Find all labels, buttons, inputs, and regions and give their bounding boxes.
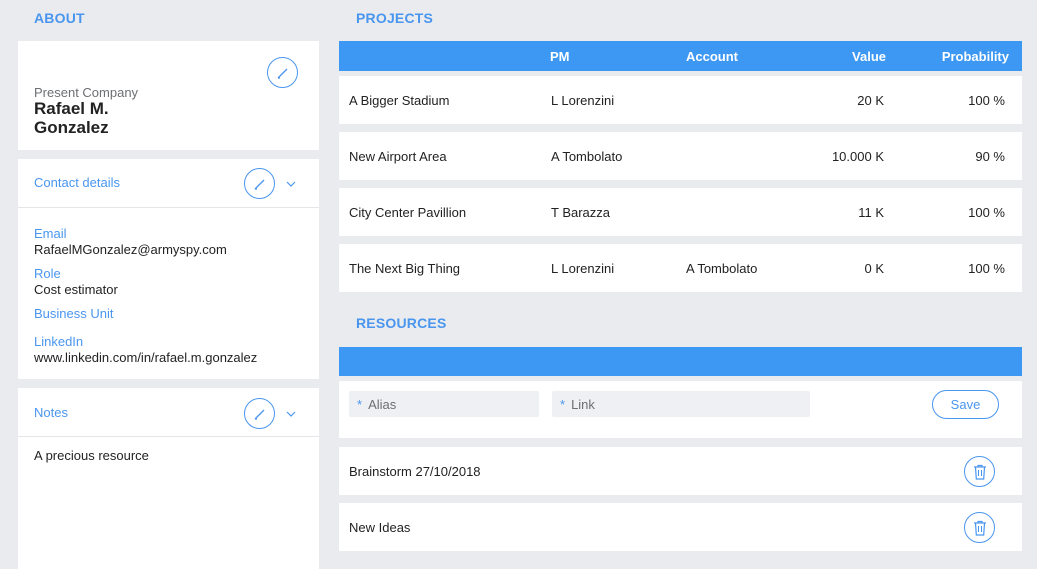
linkedin-label: LinkedIn — [34, 334, 84, 349]
project-probability: 100 % — [968, 205, 1005, 220]
table-row[interactable]: New Airport Area A Tombolato 10.000 K 90… — [339, 132, 1022, 180]
project-pm: L Lorenzini — [551, 93, 615, 108]
divider — [18, 436, 319, 437]
notes-expand-chevron[interactable] — [285, 408, 297, 420]
column-header-value[interactable]: Value — [852, 49, 886, 64]
project-name: City Center Pavillion — [349, 205, 467, 220]
resource-name: New Ideas — [349, 520, 411, 535]
project-pm: L Lorenzini — [551, 261, 615, 276]
project-probability: 100 % — [968, 93, 1005, 108]
list-item[interactable]: New Ideas — [339, 503, 1022, 551]
save-button[interactable]: Save — [932, 390, 999, 419]
resources-title: RESOURCES — [356, 315, 447, 331]
pencil-icon — [254, 179, 264, 190]
list-item[interactable]: Brainstorm 27/10/2018 — [339, 447, 1022, 495]
column-header-pm[interactable]: PM — [550, 49, 570, 64]
project-value: 10.000 K — [831, 149, 884, 164]
notes-card: Notes A precious resource — [18, 388, 319, 569]
delete-resource-button[interactable] — [964, 456, 995, 487]
linkedin-value[interactable]: www.linkedin.com/in/rafael.m.gonzalez — [34, 350, 257, 365]
email-label: Email — [34, 226, 67, 241]
email-value: RafaelMGonzalez@armyspy.com — [34, 242, 227, 257]
project-value: 0 K — [864, 261, 884, 276]
required-mark: * — [560, 397, 566, 412]
company-label: Present Company — [34, 85, 139, 100]
profile-card: Present Company Rafael M. Gonzalez — [18, 41, 319, 150]
projects-table-header: PM Account Value Probability — [339, 41, 1022, 71]
project-probability: 90 % — [975, 149, 1005, 164]
table-row[interactable]: The Next Big Thing L Lorenzini A Tombola… — [339, 244, 1022, 292]
link-input[interactable]: * Link — [552, 391, 810, 417]
project-name: The Next Big Thing — [349, 261, 461, 276]
column-header-probability[interactable]: Probability — [942, 49, 1009, 64]
project-probability: 100 % — [968, 261, 1005, 276]
contact-expand-chevron[interactable] — [285, 178, 297, 190]
divider — [18, 207, 319, 208]
link-placeholder: Link — [571, 397, 595, 412]
project-account: A Tombolato — [686, 261, 758, 276]
about-title: ABOUT — [34, 10, 85, 26]
name-line-1: Rafael M. — [34, 99, 109, 118]
resource-add-form: * Alias * Link Save — [339, 381, 1022, 438]
project-name: New Airport Area — [349, 149, 447, 164]
contact-details-card: Contact details Email RafaelMGonzalez@ar… — [18, 159, 319, 379]
pencil-icon — [277, 68, 287, 79]
edit-profile-button[interactable] — [267, 57, 298, 88]
trash-icon — [973, 464, 986, 480]
edit-notes-button[interactable] — [244, 398, 275, 429]
contact-details-title[interactable]: Contact details — [34, 175, 120, 190]
name-line-2: Gonzalez — [34, 118, 109, 137]
resources-header-bar — [339, 347, 1022, 376]
project-value: 20 K — [857, 93, 884, 108]
projects-title: PROJECTS — [356, 10, 434, 26]
project-value: 11 K — [858, 205, 884, 220]
role-label: Role — [34, 266, 61, 281]
alias-input[interactable]: * Alias — [349, 391, 539, 417]
project-pm: T Barazza — [551, 205, 611, 220]
role-value: Cost estimator — [34, 282, 118, 297]
business-unit-label: Business Unit — [34, 306, 114, 321]
alias-placeholder: Alias — [368, 397, 397, 412]
column-header-account[interactable]: Account — [686, 49, 738, 64]
edit-contact-button[interactable] — [244, 168, 275, 199]
table-row[interactable]: A Bigger Stadium L Lorenzini 20 K 100 % — [339, 76, 1022, 124]
table-row[interactable]: City Center Pavillion T Barazza 11 K 100… — [339, 188, 1022, 236]
contact-name: Rafael M. Gonzalez — [34, 99, 109, 137]
notes-title[interactable]: Notes — [34, 405, 68, 420]
project-name: A Bigger Stadium — [349, 93, 450, 108]
trash-icon — [973, 520, 986, 536]
resource-name: Brainstorm 27/10/2018 — [349, 464, 481, 479]
delete-resource-button[interactable] — [964, 512, 995, 543]
chevron-down-icon — [286, 181, 296, 187]
chevron-down-icon — [286, 411, 296, 417]
required-mark: * — [357, 397, 363, 412]
project-pm: A Tombolato — [551, 149, 623, 164]
notes-text: A precious resource — [34, 448, 149, 463]
pencil-icon — [254, 409, 264, 420]
